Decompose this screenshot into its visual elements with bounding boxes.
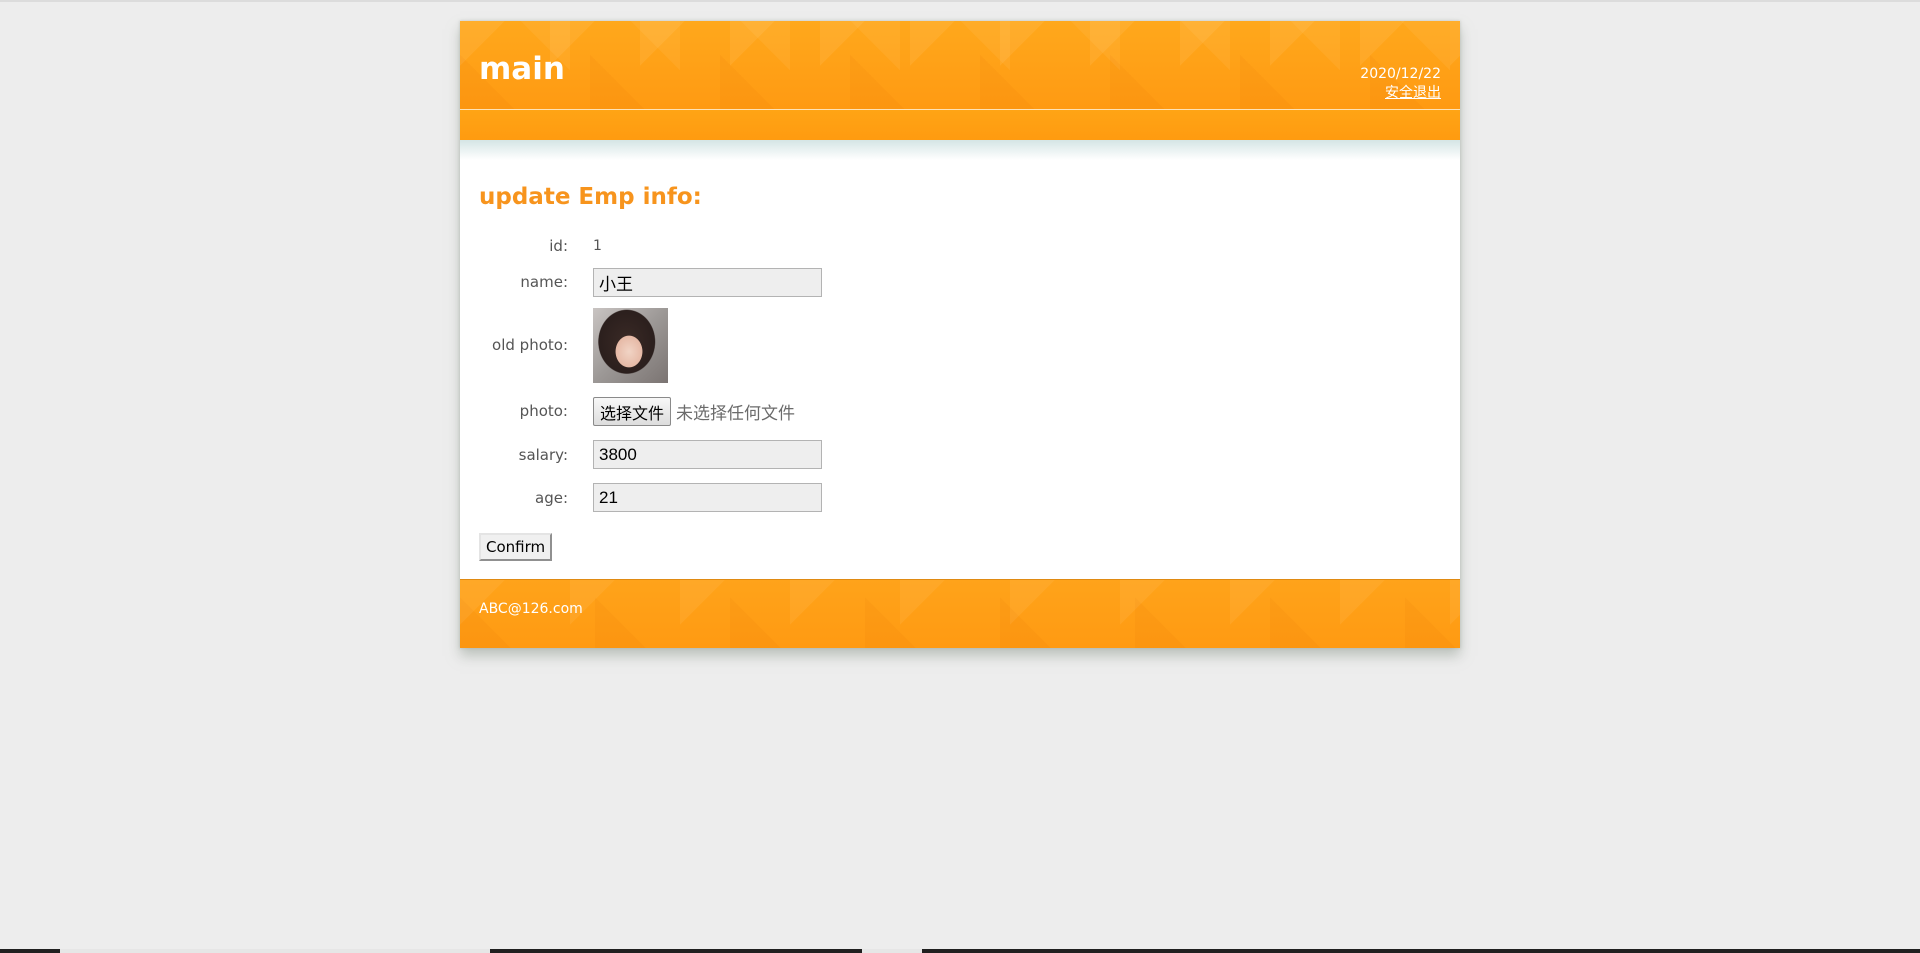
header-info: 2020/12/22 安全退出: [1360, 65, 1441, 103]
confirm-button[interactable]: Confirm: [479, 533, 553, 561]
form-row-photo: photo: 选择文件 未选择任何文件: [479, 389, 822, 433]
photo-label: photo:: [519, 402, 568, 420]
choose-file-button[interactable]: 选择文件: [593, 396, 672, 426]
bottom-bar-segment: [0, 949, 60, 953]
file-picker: 选择文件 未选择任何文件: [593, 396, 822, 426]
update-emp-form: id: 1 name: old photo: photo:: [479, 228, 1441, 561]
salary-label: salary:: [518, 445, 568, 464]
header-date: 2020/12/22: [1360, 66, 1441, 82]
window-top-border: [0, 0, 1920, 2]
site-header: main 2020/12/22 安全退出: [460, 21, 1460, 110]
name-input[interactable]: [593, 267, 822, 297]
form-row-age: age:: [479, 476, 822, 519]
form-row-salary: salary:: [479, 433, 822, 476]
age-label: age:: [535, 488, 568, 507]
confirm-wrap: Confirm: [479, 533, 1441, 561]
id-label: id:: [549, 236, 568, 255]
form-table: id: 1 name: old photo: photo:: [479, 228, 822, 519]
page-container: main 2020/12/22 安全退出 update Emp info: id…: [460, 21, 1460, 648]
old-photo-image: [593, 307, 668, 383]
site-logo: main: [479, 51, 565, 87]
bottom-bar-segment: [490, 949, 862, 953]
nav-shadow: [460, 140, 1460, 160]
page-title: update Emp info:: [479, 184, 702, 210]
nav-bar: [460, 110, 1460, 140]
old-photo-label: old photo:: [492, 336, 568, 354]
file-status-text: 未选择任何文件: [676, 403, 796, 424]
site-footer: ABC@126.com: [460, 579, 1460, 648]
footer-email: ABC@126.com: [479, 601, 583, 617]
id-value: 1: [593, 237, 602, 254]
salary-input[interactable]: [593, 440, 822, 469]
logout-link[interactable]: 安全退出: [1385, 85, 1441, 101]
bottom-bar-segment: [922, 949, 1920, 953]
name-label: name:: [520, 273, 568, 291]
form-row-id: id: 1: [479, 228, 822, 263]
form-row-name: name:: [479, 263, 822, 301]
age-input[interactable]: [593, 483, 822, 512]
form-row-old-photo: old photo:: [479, 301, 822, 389]
main-content: update Emp info: id: 1 name: old photo:: [460, 160, 1460, 579]
